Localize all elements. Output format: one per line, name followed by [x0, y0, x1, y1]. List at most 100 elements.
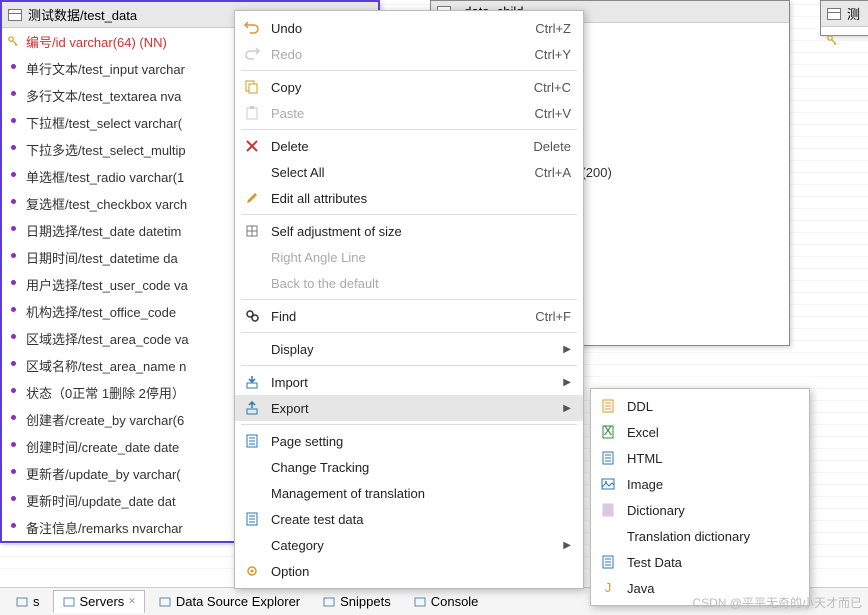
column-text: 更新时间/update_date dat: [26, 494, 176, 509]
ddl-icon: [599, 398, 617, 414]
menu-item-undo[interactable]: Undo Ctrl+Z: [235, 15, 583, 41]
menu-label: Image: [627, 477, 797, 492]
column-dot-icon: [11, 172, 16, 177]
tab-label: Snippets: [340, 594, 391, 609]
menu-item-option[interactable]: Option: [235, 558, 583, 584]
column-text: 多行文本/test_textarea nva: [26, 89, 181, 104]
export-submenu[interactable]: DDL XExcelHTML Image Dictionary Translation …: [590, 388, 810, 606]
menu-label: Display: [271, 342, 553, 357]
separator: [241, 365, 577, 366]
shortcut: Ctrl+Z: [535, 21, 571, 36]
menu-label: Edit all attributes: [271, 191, 571, 206]
menu-item-test-data[interactable]: Test Data: [591, 549, 809, 575]
column-text: 创建时间/create_date date: [26, 440, 179, 455]
table-title: 测: [847, 4, 860, 23]
menu-item-display[interactable]: Display▶: [235, 336, 583, 362]
tab-console[interactable]: Console: [404, 590, 488, 613]
watermark: CSDN @平平无奇的小天才而已: [692, 594, 862, 611]
column-text: 机构选择/test_office_code: [26, 305, 176, 320]
menu-item-management-of-translation[interactable]: Management of translation: [235, 480, 583, 506]
image-icon: [599, 476, 617, 492]
redo-icon: [243, 46, 261, 62]
menu-item-category[interactable]: Category▶: [235, 532, 583, 558]
separator: [241, 70, 577, 71]
menu-item-back-to-the-default: Back to the default: [235, 270, 583, 296]
tab-icon: [158, 595, 172, 609]
menu-item-excel[interactable]: XExcel: [591, 419, 809, 445]
tab-label: Servers: [80, 594, 125, 609]
column-dot-icon: [11, 64, 16, 69]
column-text: 复选框/test_checkbox varch: [26, 197, 187, 212]
menu-item-export[interactable]: Export▶: [235, 395, 583, 421]
menu-item-copy[interactable]: CopyCtrl+C: [235, 74, 583, 100]
column-dot-icon: [11, 469, 16, 474]
diagram-canvas[interactable]: 测试数据/test_data 编号/id varchar(64) (NN) 单行文…: [0, 0, 868, 580]
table-title: 测试数据/test_data: [28, 5, 137, 24]
menu-item-change-tracking[interactable]: Change Tracking: [235, 454, 583, 480]
menu-label: DDL: [627, 399, 797, 414]
undo-icon: [243, 20, 261, 36]
svg-text:X: X: [604, 425, 613, 438]
column-text: 下拉框/test_select varchar(: [26, 116, 182, 131]
menu-item-create-test-data[interactable]: Create test data: [235, 506, 583, 532]
separator: [241, 299, 577, 300]
menu-item-find[interactable]: FindCtrl+F: [235, 303, 583, 329]
menu-label: Undo: [271, 21, 525, 36]
column-text: 单选框/test_radio varchar(1: [26, 170, 184, 185]
tab-servers[interactable]: Servers✕: [53, 590, 145, 613]
separator: [241, 424, 577, 425]
column-text: 单行文本/test_input varchar: [26, 62, 185, 77]
column-dot-icon: [11, 442, 16, 447]
column-dot-icon: [11, 145, 16, 150]
column-dot-icon: [11, 361, 16, 366]
menu-label: Redo: [271, 47, 525, 62]
menu-item-ddl[interactable]: DDL: [591, 393, 809, 419]
tab-label: Console: [431, 594, 479, 609]
column-text: 备注信息/remarks nvarchar: [26, 521, 183, 536]
table-icon: [827, 8, 841, 20]
menu-item-html[interactable]: HTML: [591, 445, 809, 471]
column-dot-icon: [11, 118, 16, 123]
context-menu[interactable]: Undo Ctrl+Z RedoCtrl+Y CopyCtrl+CPasteCtrl+…: [234, 10, 584, 589]
menu-item-import[interactable]: Import▶: [235, 369, 583, 395]
tab-icon: [15, 595, 29, 609]
column-text: 更新者/update_by varchar(: [26, 467, 181, 482]
menu-item-image[interactable]: Image: [591, 471, 809, 497]
tab-s[interactable]: s: [6, 590, 49, 613]
column-dot-icon: [11, 388, 16, 393]
column-dot-icon: [11, 199, 16, 204]
menu-item-self-adjustment-of-size[interactable]: Self adjustment of size: [235, 218, 583, 244]
tab-icon: [413, 595, 427, 609]
menu-item-dictionary[interactable]: Dictionary: [591, 497, 809, 523]
menu-label: Import: [271, 375, 553, 390]
menu-item-delete[interactable]: DeleteDelete: [235, 133, 583, 159]
menu-item-redo: RedoCtrl+Y: [235, 41, 583, 67]
page-icon: [243, 433, 261, 449]
menu-item-page-setting[interactable]: Page setting: [235, 428, 583, 454]
menu-label: Category: [271, 538, 553, 553]
menu-item-select-all[interactable]: Select AllCtrl+A: [235, 159, 583, 185]
menu-item-right-angle-line: Right Angle Line: [235, 244, 583, 270]
menu-label: Management of translation: [271, 486, 571, 501]
menu-item-paste: PasteCtrl+V: [235, 100, 583, 126]
column-text: 编号/id varchar(64) (NN): [26, 35, 167, 50]
menu-item-translation-dictionary[interactable]: Translation dictionary: [591, 523, 809, 549]
tab-data-source-explorer[interactable]: Data Source Explorer: [149, 590, 309, 613]
menu-label: Translation dictionary: [627, 529, 797, 544]
close-icon[interactable]: ✕: [128, 596, 136, 607]
column-text: 日期选择/test_date datetim: [26, 224, 181, 239]
column-dot-icon: [11, 496, 16, 501]
import-icon: [243, 374, 261, 390]
primary-key-icon: [827, 33, 837, 43]
tab-snippets[interactable]: Snippets: [313, 590, 400, 613]
copy-icon: [243, 79, 261, 95]
export-icon: [243, 400, 261, 416]
menu-label: Paste: [271, 106, 525, 121]
column[interactable]: [821, 27, 868, 35]
menu-label: Create test data: [271, 512, 571, 527]
column-text: 区域选择/test_area_code va: [26, 332, 189, 347]
menu-item-edit-all-attributes[interactable]: Edit all attributes: [235, 185, 583, 211]
table-header[interactable]: 测: [821, 1, 868, 27]
paste-icon: [243, 105, 261, 121]
table-partial[interactable]: 测: [820, 0, 868, 36]
